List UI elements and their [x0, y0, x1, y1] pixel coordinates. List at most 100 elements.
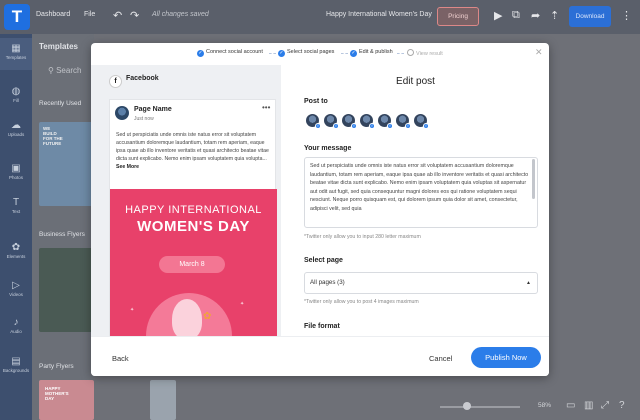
sidebar-item-text[interactable]: T Text [0, 197, 32, 214]
audio-icon: ♪ [13, 317, 19, 328]
woman-silhouette-graphic [172, 299, 202, 336]
sidebar-item-fill[interactable]: ◍ Fill [0, 86, 32, 103]
account-avatar[interactable]: f [342, 114, 357, 129]
resize-icon[interactable]: ⧉ [512, 9, 520, 22]
step-connector [397, 53, 404, 54]
check-icon: ✓ [278, 50, 285, 57]
account-avatar[interactable]: f [396, 114, 411, 129]
image-headline-1: HAPPY INTERNATIONAL [125, 204, 262, 216]
save-status: All changes saved [152, 11, 209, 18]
step-connector [269, 53, 276, 54]
message-textarea[interactable]: Sed ut perspiciatis unde omnis iste natu… [304, 157, 538, 228]
download-button[interactable]: Download [569, 6, 611, 27]
check-icon: ✓ [350, 50, 357, 57]
share-icon[interactable]: ➦ [531, 9, 540, 22]
facebook-badge-icon: f [333, 123, 339, 129]
post-preview-panel: f Facebook Page Name Just now ••• Sed ut … [91, 65, 281, 336]
facebook-post-preview: Page Name Just now ••• Sed ut perspiciat… [109, 99, 277, 336]
sparkle-icon: ✦ [130, 307, 135, 313]
preview-page-name: Page Name [134, 106, 172, 113]
zoom-slider-handle[interactable] [463, 402, 471, 410]
select-page-hint: *Twitter only allow you to post 4 images… [304, 299, 419, 305]
dropdown-arrow-icon: ▲ [526, 280, 531, 286]
step-view-result: View result [407, 49, 443, 57]
app-logo[interactable]: T [4, 4, 30, 30]
preview-post-image: HAPPY INTERNATIONAL WOMEN'S DAY March 8 … [110, 189, 277, 336]
pricing-button[interactable]: Pricing [437, 7, 479, 26]
undo-icon[interactable]: ↶ [113, 9, 122, 22]
sidebar-item-audio[interactable]: ♪ Audio [0, 317, 32, 334]
help-icon[interactable]: ? [619, 400, 625, 411]
backgrounds-icon: ▤ [11, 356, 21, 367]
account-avatar[interactable]: f [306, 114, 321, 129]
facebook-badge-icon: f [387, 123, 393, 129]
menu-icon[interactable]: ⋮ [621, 9, 632, 22]
document-title[interactable]: Happy International Women's Day [326, 11, 432, 18]
step-edit-publish: ✓ Edit & publish [350, 49, 393, 57]
redo-icon[interactable]: ↷ [130, 9, 139, 22]
section-party-flyers: Party Flyers [39, 363, 74, 370]
sidebar-item-uploads[interactable]: ☁ Uploads [0, 120, 32, 137]
account-avatar[interactable]: f [378, 114, 393, 129]
message-scrollbar[interactable] [532, 159, 535, 199]
template-thumbnail[interactable] [39, 248, 94, 332]
see-more-link[interactable]: See More [116, 164, 139, 170]
your-message-label: Your message [304, 145, 352, 152]
canvas-page-thumbnail[interactable] [150, 380, 176, 420]
back-button[interactable]: Back [112, 354, 129, 363]
facebook-badge-icon: f [315, 123, 321, 129]
fullscreen-icon[interactable]: ⤢ [601, 400, 609, 411]
account-avatar[interactable]: f [414, 114, 429, 129]
template-search[interactable]: ⚲ Search [48, 66, 81, 75]
zoom-slider[interactable] [440, 406, 520, 408]
videos-icon: ▷ [12, 280, 20, 291]
image-headline-2: WOMEN'S DAY [137, 218, 250, 235]
cancel-button[interactable]: Cancel [429, 354, 452, 363]
avatar [115, 106, 129, 120]
account-avatar[interactable]: f [360, 114, 375, 129]
template-thumbnail[interactable]: HAPPY MOTHER'S DAY [39, 380, 94, 420]
uploads-icon: ☁ [11, 120, 21, 131]
sparkle-icon: ✦ [240, 301, 245, 307]
panel-title: Templates [39, 42, 78, 51]
post-to-label: Post to [304, 98, 328, 105]
elements-icon: ✿ [11, 242, 21, 253]
step-connect-social-account: ✓ Connect social account [197, 49, 263, 57]
sidebar-item-backgrounds[interactable]: ▤ Backgrounds [0, 356, 32, 373]
section-business-flyers: Business Flyers [39, 231, 85, 238]
sidebar-item-videos[interactable]: ▷ Videos [0, 280, 32, 297]
sidebar-item-templates[interactable]: ▦ Templates [0, 38, 32, 70]
close-icon[interactable]: ✕ [535, 47, 543, 58]
zoom-level[interactable]: 58% [538, 402, 551, 409]
step-connector [341, 53, 348, 54]
message-hint: *Twitter only allow you to input 280 let… [304, 234, 421, 240]
check-icon: ✓ [197, 50, 204, 57]
account-avatar[interactable]: f [324, 114, 339, 129]
preview-network-header: f Facebook [109, 75, 159, 88]
sidebar-item-elements[interactable]: ✿ Elements [0, 242, 32, 259]
modal-footer: Back Cancel Publish Now [91, 336, 549, 376]
select-page-dropdown[interactable]: All pages (3) ▲ [304, 272, 538, 294]
text-icon: T [12, 197, 20, 208]
left-sidebar: ▦ Templates ◍ Fill ☁ Uploads ▣ Photos T … [0, 34, 32, 420]
edit-post-title: Edit post [396, 76, 435, 87]
dashboard-link[interactable]: Dashboard [36, 11, 70, 18]
search-icon: ⚲ [48, 66, 54, 75]
facebook-badge-icon: f [423, 123, 429, 129]
publish-icon[interactable]: ⇡ [550, 9, 559, 22]
preview-post-text: Sed ut perspiciatis unde omnis iste natu… [116, 132, 269, 170]
fit-screen-icon[interactable]: ▭ [566, 400, 575, 411]
publish-now-button[interactable]: Publish Now [471, 347, 541, 368]
image-date-badge: March 8 [159, 256, 225, 273]
section-recently-used: Recently Used [39, 100, 82, 107]
step-select-social-pages: ✓ Select social pages [278, 49, 335, 57]
more-options-icon[interactable]: ••• [262, 103, 270, 112]
facebook-badge-icon: f [405, 123, 411, 129]
file-menu[interactable]: File [84, 11, 95, 18]
template-thumbnail[interactable]: WE BUILD FOR THE FUTURE [39, 122, 94, 206]
sidebar-item-photos[interactable]: ▣ Photos [0, 163, 32, 180]
file-format-label: File format [304, 323, 340, 330]
grid-view-icon[interactable]: ▥ [584, 400, 593, 411]
play-icon[interactable]: ▶ [494, 9, 502, 22]
top-toolbar: T Dashboard File ↶ ↷ All changes saved H… [0, 0, 640, 34]
